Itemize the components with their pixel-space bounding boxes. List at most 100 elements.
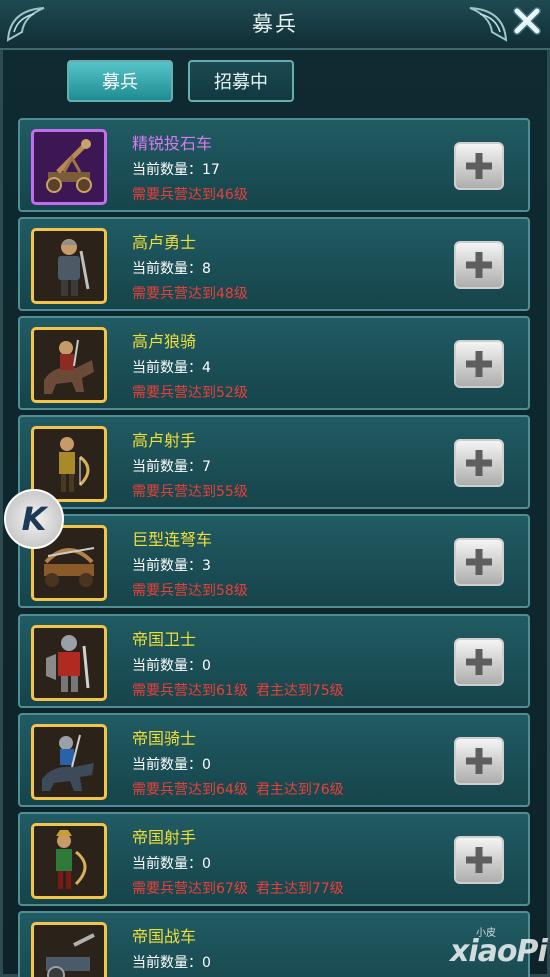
requirement-lord: 君主达到75级 bbox=[255, 683, 344, 699]
close-button[interactable] bbox=[510, 4, 544, 38]
unit-row: 高卢勇士 当前数量：8 需要兵营达到48级 bbox=[18, 217, 530, 311]
requirement-barracks: 需要兵营达到61级 bbox=[132, 683, 248, 699]
unit-row: 高卢射手 当前数量：7 需要兵营达到55级 bbox=[18, 415, 530, 509]
unit-requirement: 需要兵营达到48级 bbox=[132, 283, 248, 303]
count-value: 0 bbox=[202, 658, 211, 674]
unit-portrait bbox=[31, 327, 107, 403]
unit-count: 当前数量：0 bbox=[132, 952, 211, 972]
requirement-lord: 君主达到76级 bbox=[255, 782, 344, 798]
count-value: 7 bbox=[202, 459, 211, 475]
catapult-icon bbox=[46, 139, 92, 193]
count-value: 0 bbox=[202, 856, 211, 872]
count-label: 当前数量： bbox=[132, 955, 202, 971]
unit-name: 高卢狼骑 bbox=[132, 332, 197, 351]
requirement-barracks: 需要兵营达到58级 bbox=[132, 583, 248, 599]
requirement-lord: 君主达到77级 bbox=[255, 881, 344, 897]
requirement-barracks: 需要兵营达到46级 bbox=[132, 187, 248, 203]
unit-count: 当前数量：0 bbox=[132, 853, 211, 873]
imperial-archer-icon bbox=[56, 830, 87, 889]
archer-icon bbox=[59, 437, 90, 492]
recruit-add-button[interactable] bbox=[454, 241, 504, 289]
recruit-add-button[interactable] bbox=[454, 142, 504, 190]
plus-icon bbox=[466, 252, 492, 278]
recruit-add-button[interactable] bbox=[454, 538, 504, 586]
watermark: 小皮 xiaoPi bbox=[450, 920, 548, 972]
unit-row: 帝国骑士 当前数量：0 需要兵营达到64级 君主达到76级 bbox=[18, 713, 530, 807]
unit-count: 当前数量：4 bbox=[132, 357, 211, 377]
count-value: 17 bbox=[202, 162, 220, 178]
floating-assistant-button[interactable]: K bbox=[4, 489, 64, 549]
badge-letter: K bbox=[21, 500, 47, 538]
unit-row: 高卢狼骑 当前数量：4 需要兵营达到52级 bbox=[18, 316, 530, 410]
unit-requirement: 需要兵营达到52级 bbox=[132, 382, 248, 402]
unit-requirement: 需要兵营达到61级 君主达到75级 bbox=[132, 680, 344, 700]
unit-count: 当前数量：3 bbox=[132, 555, 211, 575]
requirement-barracks: 需要兵营达到48级 bbox=[132, 286, 248, 302]
warrior-icon bbox=[58, 239, 90, 296]
tab-recruiting[interactable]: 招募中 bbox=[188, 60, 294, 102]
requirement-barracks: 需要兵营达到64级 bbox=[132, 782, 248, 798]
unit-portrait bbox=[31, 724, 107, 800]
unit-portrait bbox=[31, 922, 107, 977]
count-label: 当前数量： bbox=[132, 459, 202, 475]
requirement-barracks: 需要兵营达到67级 bbox=[132, 881, 248, 897]
count-value: 0 bbox=[202, 955, 211, 971]
count-value: 3 bbox=[202, 558, 211, 574]
title-bar: 募兵 bbox=[0, 0, 550, 50]
tab-recruit[interactable]: 募兵 bbox=[67, 60, 173, 102]
unit-portrait bbox=[31, 228, 107, 304]
unit-name: 精锐投石车 bbox=[132, 134, 213, 153]
recruit-add-button[interactable] bbox=[454, 638, 504, 686]
unit-count: 当前数量：0 bbox=[132, 754, 211, 774]
unit-name: 高卢勇士 bbox=[132, 233, 197, 252]
tab-label: 募兵 bbox=[102, 72, 138, 93]
count-value: 4 bbox=[202, 360, 211, 376]
plus-icon bbox=[466, 549, 492, 575]
unit-name: 巨型连弩车 bbox=[132, 530, 213, 549]
recruit-add-button[interactable] bbox=[454, 737, 504, 785]
plus-icon bbox=[466, 153, 492, 179]
watermark-logo-text: xiaoPi bbox=[450, 934, 548, 969]
unit-name: 帝国射手 bbox=[132, 828, 197, 847]
count-label: 当前数量： bbox=[132, 261, 202, 277]
guard-icon bbox=[46, 635, 90, 692]
unit-requirement: 需要兵营达到55级 bbox=[132, 481, 248, 501]
count-label: 当前数量： bbox=[132, 757, 202, 773]
unit-portrait bbox=[31, 823, 107, 899]
unit-requirement: 需要兵营达到46级 bbox=[132, 184, 248, 204]
requirement-barracks: 需要兵营达到55级 bbox=[132, 484, 248, 500]
count-label: 当前数量： bbox=[132, 658, 202, 674]
unit-row: 帝国射手 当前数量：0 需要兵营达到67级 君主达到77级 bbox=[18, 812, 530, 906]
unit-portrait bbox=[31, 129, 107, 205]
unit-name: 帝国卫士 bbox=[132, 630, 197, 649]
plus-icon bbox=[466, 649, 492, 675]
unit-name: 高卢射手 bbox=[132, 431, 197, 450]
unit-name: 帝国战车 bbox=[132, 927, 197, 946]
count-value: 8 bbox=[202, 261, 211, 277]
unit-requirement: 需要兵营达到67级 君主达到77级 bbox=[132, 878, 344, 898]
count-label: 当前数量： bbox=[132, 558, 202, 574]
unit-row: 精锐投石车 当前数量：17 需要兵营达到46级 bbox=[18, 118, 530, 212]
requirement-barracks: 需要兵营达到52级 bbox=[132, 385, 248, 401]
recruit-add-button[interactable] bbox=[454, 439, 504, 487]
knight-icon bbox=[42, 734, 94, 791]
unit-row: 帝国卫士 当前数量：0 需要兵营达到61级 君主达到75级 bbox=[18, 614, 530, 708]
plus-icon bbox=[466, 351, 492, 377]
tab-label: 招募中 bbox=[214, 72, 268, 93]
unit-portrait bbox=[31, 625, 107, 701]
ornament-right-icon bbox=[469, 7, 508, 42]
recruit-add-button[interactable] bbox=[454, 340, 504, 388]
unit-name: 帝国骑士 bbox=[132, 729, 197, 748]
count-value: 0 bbox=[202, 757, 211, 773]
unit-list[interactable]: 精锐投石车 当前数量：17 需要兵营达到46级 高卢勇士 当前数量：8 需要兵营… bbox=[18, 118, 530, 977]
plus-icon bbox=[466, 847, 492, 873]
plus-icon bbox=[466, 748, 492, 774]
unit-count: 当前数量：17 bbox=[132, 159, 220, 179]
count-label: 当前数量： bbox=[132, 360, 202, 376]
recruit-add-button[interactable] bbox=[454, 836, 504, 884]
unit-count: 当前数量：8 bbox=[132, 258, 211, 278]
unit-count: 当前数量：7 bbox=[132, 456, 211, 476]
plus-icon bbox=[466, 450, 492, 476]
unit-requirement: 需要兵营达到64级 君主达到76级 bbox=[132, 779, 344, 799]
close-icon bbox=[513, 7, 541, 35]
